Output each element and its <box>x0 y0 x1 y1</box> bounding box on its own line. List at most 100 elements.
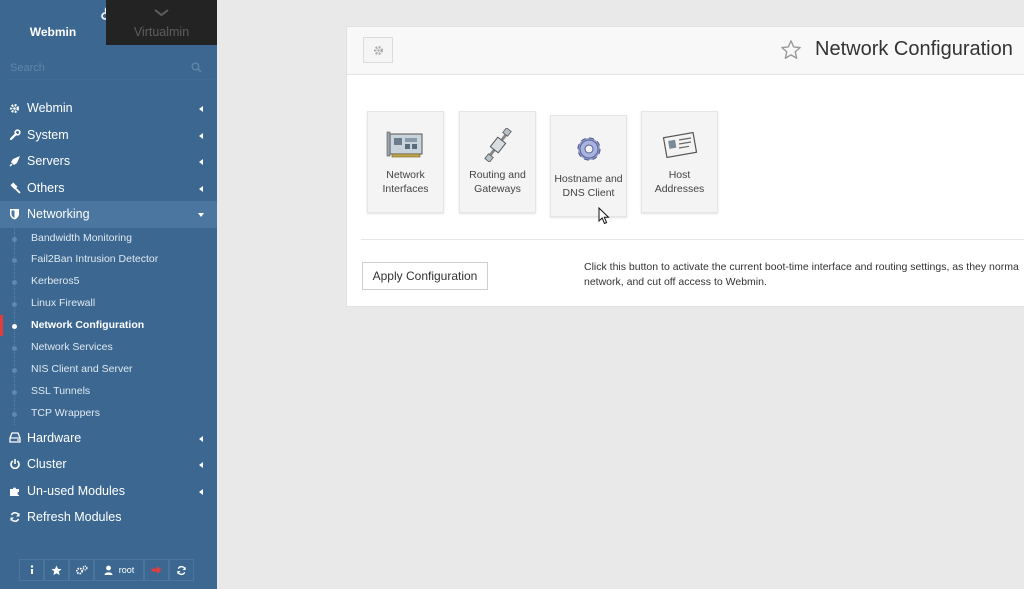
networking-submenu: Bandwidth Monitoring Fail2Ban Intrusion … <box>0 227 217 425</box>
switch-virtualmin-tab[interactable]: Virtualmin <box>106 0 217 45</box>
favorites-button[interactable] <box>44 559 69 581</box>
rocket-icon <box>9 148 22 174</box>
username-label: root <box>118 565 135 575</box>
bullet-icon <box>12 324 17 330</box>
refresh-icon <box>9 504 22 530</box>
submenu-item-network-configuration[interactable]: Network Configuration <box>0 315 217 337</box>
gavel-icon <box>9 175 22 201</box>
sidebar-item-label: Refresh Modules <box>27 510 122 525</box>
sidebar-item-hardware[interactable]: Hardware <box>0 425 217 452</box>
address-card-icon <box>662 131 698 159</box>
refresh-button[interactable] <box>169 559 194 581</box>
hdd-icon <box>9 425 22 451</box>
tile-hostname-dns-client[interactable]: Hostname and DNS Client <box>550 115 627 217</box>
gear-icon <box>9 95 22 121</box>
sidebar-item-system[interactable]: System <box>0 122 217 149</box>
submenu-item-fail2ban[interactable]: Fail2Ban Intrusion Detector <box>0 249 217 271</box>
bullet-icon <box>12 389 17 395</box>
gear-icon <box>373 45 383 55</box>
chevron-down-icon <box>198 213 204 217</box>
sidebar: Webmin Virtualmin Webmin System <box>0 0 217 589</box>
power-icon <box>9 451 22 477</box>
sidebar-item-webmin[interactable]: Webmin <box>0 95 217 122</box>
bullet-icon <box>12 258 17 264</box>
submenu-item-ssl-tunnels[interactable]: SSL Tunnels <box>0 381 217 403</box>
sidebar-item-others[interactable]: Others <box>0 175 217 202</box>
apply-description-line: network, and cut off access to Webmin. <box>584 275 767 288</box>
bullet-icon <box>12 345 17 351</box>
sidebar-item-label: Networking <box>27 207 90 221</box>
submenu-item-label: Bandwidth Monitoring <box>31 231 132 244</box>
tile-label: Network Interfaces <box>382 169 429 195</box>
sidebar-item-networking[interactable]: Networking <box>0 201 217 228</box>
panel-header: Network Configuration <box>347 27 1024 75</box>
submenu-item-kerberos5[interactable]: Kerberos5 <box>0 271 217 293</box>
submenu-item-bandwidth-monitoring[interactable]: Bandwidth Monitoring <box>0 228 217 250</box>
sidebar-bottom-toolbar: root <box>19 559 194 581</box>
tile-network-interfaces[interactable]: Network Interfaces <box>367 111 444 213</box>
submenu-item-label: Fail2Ban Intrusion Detector <box>31 253 159 266</box>
mouse-cursor-icon <box>598 207 610 225</box>
chevron-left-icon <box>199 132 203 139</box>
sidebar-item-servers[interactable]: Servers <box>0 148 217 175</box>
favorite-star-icon[interactable] <box>780 39 802 61</box>
chevron-left-icon <box>199 435 203 442</box>
chevron-left-icon <box>199 159 203 165</box>
theme-settings-button[interactable] <box>69 559 94 581</box>
user-icon <box>104 565 113 575</box>
user-button[interactable]: root <box>94 559 144 581</box>
sidebar-item-label: System <box>27 127 69 142</box>
product-switcher: Webmin Virtualmin <box>0 0 217 45</box>
shield-icon <box>9 201 22 227</box>
submenu-item-network-services[interactable]: Network Services <box>0 337 217 359</box>
sidebar-item-label: Hardware <box>27 430 82 445</box>
switch-webmin-label: Webmin <box>29 25 77 39</box>
sidebar-item-label: Cluster <box>27 457 67 472</box>
bullet-icon <box>12 411 17 417</box>
apply-configuration-button[interactable]: Apply Configuration <box>362 262 488 290</box>
apply-description: Click this button to activate the curren… <box>584 260 1024 289</box>
search-bar <box>0 45 217 91</box>
switch-webmin-tab[interactable]: Webmin <box>0 0 116 45</box>
sidebar-item-refresh-modules[interactable]: Refresh Modules <box>0 504 217 531</box>
submenu-item-nis-client-server[interactable]: NIS Client and Server <box>0 359 217 381</box>
module-config-button[interactable] <box>363 37 393 63</box>
info-button[interactable] <box>19 559 44 581</box>
search-input[interactable] <box>6 57 214 80</box>
sidebar-item-unused-modules[interactable]: Un-used Modules <box>0 478 217 505</box>
submenu-item-label: NIS Client and Server <box>31 362 133 375</box>
chevron-down-icon <box>154 9 169 17</box>
bullet-icon <box>12 367 17 373</box>
bullet-icon <box>12 236 17 242</box>
cogs-icon <box>76 565 88 574</box>
submenu-item-label: TCP Wrappers <box>31 406 101 419</box>
submenu-item-linux-firewall[interactable]: Linux Firewall <box>0 293 217 315</box>
submenu-item-label: SSL Tunnels <box>31 384 91 397</box>
logout-button[interactable] <box>144 559 169 581</box>
tile-host-addresses[interactable]: Host Addresses <box>641 111 718 213</box>
tile-label: Host Addresses <box>654 169 705 195</box>
sidebar-item-label: Others <box>27 180 65 195</box>
chevron-left-icon <box>199 185 203 192</box>
sidebar-menu: Webmin System Servers Others Networking … <box>0 95 217 531</box>
submenu-item-tcp-wrappers[interactable]: TCP Wrappers <box>0 403 217 425</box>
wrench-icon <box>9 122 22 148</box>
tile-routing-gateways[interactable]: Routing and Gateways <box>459 111 536 213</box>
apply-description-line: Click this button to activate the curren… <box>584 261 1019 273</box>
refresh-icon <box>177 565 186 575</box>
submenu-item-label: Network Configuration <box>31 319 145 332</box>
page-title: Network Configuration <box>815 38 1013 60</box>
submenu-item-label: Linux Firewall <box>31 297 96 310</box>
module-panel: Network Configuration NetworkInterfaces <box>346 26 1024 307</box>
tile-label: Hostname and DNS Client <box>554 173 623 199</box>
tile-label: Routing and Gateways <box>469 169 526 195</box>
info-icon <box>30 565 33 574</box>
search-icon[interactable] <box>191 62 202 73</box>
bullet-icon <box>12 280 17 286</box>
submenu-item-label: Network Services <box>31 340 113 353</box>
sign-out-icon <box>151 566 162 574</box>
sidebar-item-label: Servers <box>27 154 71 168</box>
sidebar-item-cluster[interactable]: Cluster <box>0 451 217 478</box>
puzzle-icon <box>9 478 22 504</box>
sidebar-item-label: Un-used Modules <box>27 483 125 498</box>
